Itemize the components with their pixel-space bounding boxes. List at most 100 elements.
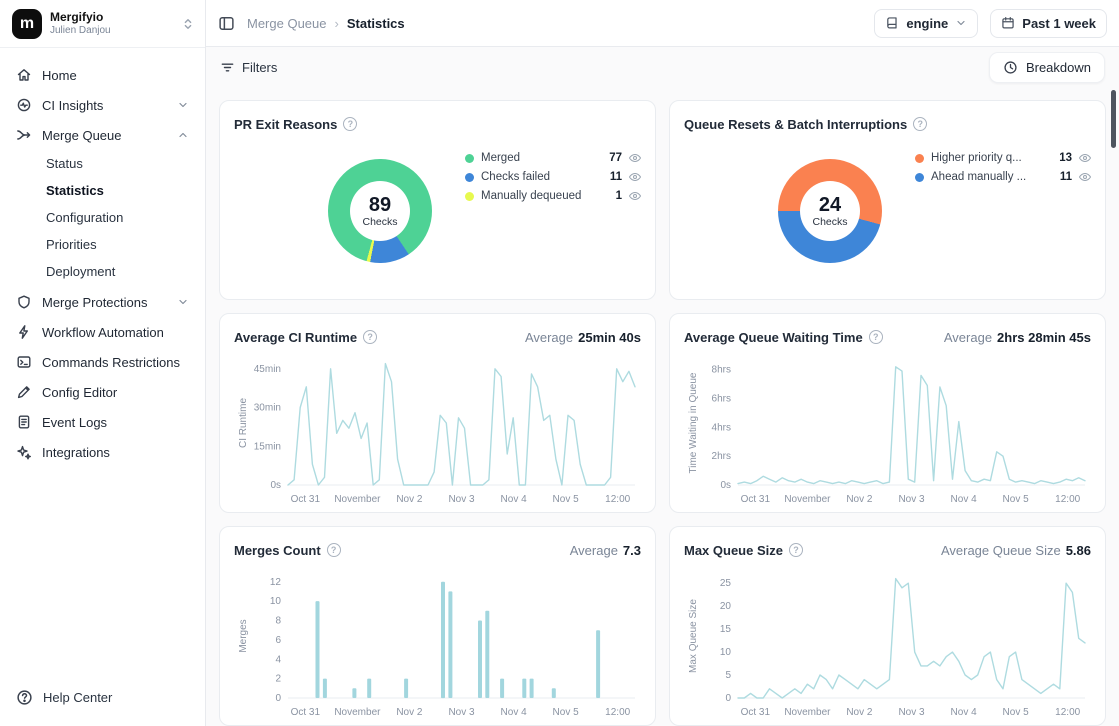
breadcrumb-merge-queue[interactable]: Merge Queue bbox=[247, 16, 327, 31]
calendar-icon bbox=[1001, 16, 1015, 30]
legend-color-dot bbox=[915, 173, 924, 182]
svg-text:30min: 30min bbox=[254, 403, 281, 414]
sidebar-item-merge-protections[interactable]: Merge Protections bbox=[8, 287, 197, 317]
legend-item[interactable]: Manually dequeued 1 bbox=[465, 190, 641, 202]
filters-button[interactable]: Filters bbox=[220, 60, 277, 75]
legend-color-dot bbox=[915, 154, 924, 163]
merge-queue-sublist: Status Statistics Configuration Prioriti… bbox=[8, 150, 197, 287]
card-title: Queue Resets & Batch Interruptions bbox=[684, 117, 907, 132]
unfold-more-icon[interactable] bbox=[181, 17, 195, 31]
eye-icon[interactable] bbox=[629, 152, 641, 164]
help-icon[interactable] bbox=[869, 330, 883, 344]
edit-pencil-icon bbox=[16, 384, 32, 400]
donut-value: 24 bbox=[819, 195, 841, 216]
sidebar-subitem-status[interactable]: Status bbox=[8, 150, 197, 177]
eye-icon[interactable] bbox=[629, 190, 641, 202]
legend-value: 11 bbox=[1052, 171, 1072, 183]
user-name: Julien Danjou bbox=[50, 25, 173, 37]
help-icon[interactable] bbox=[789, 543, 803, 557]
help-icon[interactable] bbox=[327, 543, 341, 557]
average-label: Average bbox=[944, 330, 992, 345]
average-label: Average bbox=[525, 330, 573, 345]
svg-text:12: 12 bbox=[270, 577, 282, 588]
scrollbar-thumb[interactable] bbox=[1111, 90, 1116, 148]
svg-text:10: 10 bbox=[720, 647, 732, 658]
date-range-select[interactable]: Past 1 week bbox=[990, 9, 1107, 38]
pr-exit-reasons-donut: 89 Checks bbox=[328, 159, 432, 263]
legend-label: Manually dequeued bbox=[481, 190, 595, 202]
svg-text:Oct 31: Oct 31 bbox=[291, 494, 321, 505]
svg-text:8: 8 bbox=[275, 616, 281, 627]
legend-label: Higher priority q... bbox=[931, 152, 1045, 164]
eye-icon[interactable] bbox=[629, 171, 641, 183]
donut-center: 89 Checks bbox=[350, 181, 410, 241]
date-range-value: Past 1 week bbox=[1022, 16, 1096, 31]
repository-select[interactable]: engine bbox=[874, 9, 978, 38]
org-block: Mergifyio Julien Danjou bbox=[50, 10, 173, 37]
card-title: Merges Count bbox=[234, 543, 321, 558]
average-value: 25min 40s bbox=[578, 330, 641, 345]
svg-text:November: November bbox=[784, 707, 831, 718]
insights-icon bbox=[16, 97, 32, 113]
sidebar-item-event-logs[interactable]: Event Logs bbox=[8, 407, 197, 437]
help-icon[interactable] bbox=[343, 117, 357, 131]
legend-value: 13 bbox=[1052, 152, 1072, 164]
svg-text:Nov 5: Nov 5 bbox=[553, 707, 580, 718]
sidebar-item-workflow-automation[interactable]: Workflow Automation bbox=[8, 317, 197, 347]
breakdown-label: Breakdown bbox=[1026, 60, 1091, 75]
breadcrumb-separator: › bbox=[335, 16, 339, 31]
svg-text:Nov 4: Nov 4 bbox=[951, 707, 978, 718]
chevron-down-icon bbox=[177, 296, 189, 308]
svg-text:Nov 2: Nov 2 bbox=[846, 494, 873, 505]
legend-label: Merged bbox=[481, 152, 595, 164]
breakdown-button[interactable]: Breakdown bbox=[989, 52, 1105, 83]
integrations-sparkle-icon bbox=[16, 444, 32, 460]
sidebar-item-ci-insights[interactable]: CI Insights bbox=[8, 90, 197, 120]
sidebar-item-label: Commands Restrictions bbox=[42, 355, 189, 370]
legend-item[interactable]: Higher priority q... 13 bbox=[915, 152, 1091, 164]
card-title: PR Exit Reasons bbox=[234, 117, 337, 132]
sidebar-subitem-configuration[interactable]: Configuration bbox=[8, 204, 197, 231]
legend-value: 1 bbox=[602, 190, 622, 202]
sidebar-item-home[interactable]: Home bbox=[8, 60, 197, 90]
home-icon bbox=[16, 67, 32, 83]
donut-label: Checks bbox=[362, 216, 397, 228]
svg-text:6: 6 bbox=[275, 635, 281, 646]
svg-text:Max Queue Size: Max Queue Size bbox=[688, 599, 699, 673]
svg-text:12:00: 12:00 bbox=[1055, 494, 1080, 505]
chevron-up-icon bbox=[177, 129, 189, 141]
org-switcher[interactable]: m Mergifyio Julien Danjou bbox=[0, 0, 205, 48]
svg-text:15: 15 bbox=[720, 624, 732, 635]
svg-text:Time Waiting in Queue: Time Waiting in Queue bbox=[688, 372, 699, 473]
help-icon[interactable] bbox=[363, 330, 377, 344]
eye-icon[interactable] bbox=[1079, 171, 1091, 183]
org-name: Mergifyio bbox=[50, 10, 173, 25]
main-area: Merge Queue › Statistics engine Past 1 w… bbox=[206, 0, 1119, 726]
svg-text:Nov 5: Nov 5 bbox=[1003, 707, 1030, 718]
sidebar-item-config-editor[interactable]: Config Editor bbox=[8, 377, 197, 407]
legend-item[interactable]: Checks failed11 bbox=[465, 171, 641, 183]
sidebar-item-integrations[interactable]: Integrations bbox=[8, 437, 197, 467]
legend-value: 11 bbox=[602, 171, 622, 183]
legend-item[interactable]: Merged77 bbox=[465, 152, 641, 164]
svg-text:12:00: 12:00 bbox=[605, 707, 630, 718]
sidebar-item-merge-queue[interactable]: Merge Queue bbox=[8, 120, 197, 150]
sidebar-subitem-deployment[interactable]: Deployment bbox=[8, 258, 197, 285]
sidebar-subitem-statistics[interactable]: Statistics bbox=[8, 177, 197, 204]
card-title: Average CI Runtime bbox=[234, 330, 357, 345]
logo-letter: m bbox=[20, 15, 34, 33]
legend-item[interactable]: Ahead manually ...11 bbox=[915, 171, 1091, 183]
help-icon[interactable] bbox=[913, 117, 927, 131]
sidebar-subitem-priorities[interactable]: Priorities bbox=[8, 231, 197, 258]
svg-text:0s: 0s bbox=[270, 480, 281, 491]
filters-icon bbox=[220, 60, 235, 75]
card-queue-resets: Queue Resets & Batch Interruptions 24 Ch… bbox=[669, 100, 1106, 300]
svg-text:2: 2 bbox=[275, 674, 281, 685]
help-center[interactable]: Help Center bbox=[0, 675, 205, 726]
sidebar-toggle-icon[interactable] bbox=[218, 15, 235, 32]
merge-queue-icon bbox=[16, 127, 32, 143]
eye-icon[interactable] bbox=[1079, 152, 1091, 164]
help-center-label: Help Center bbox=[43, 690, 112, 705]
legend-color-dot bbox=[465, 192, 474, 201]
sidebar-item-commands-restrictions[interactable]: Commands Restrictions bbox=[8, 347, 197, 377]
